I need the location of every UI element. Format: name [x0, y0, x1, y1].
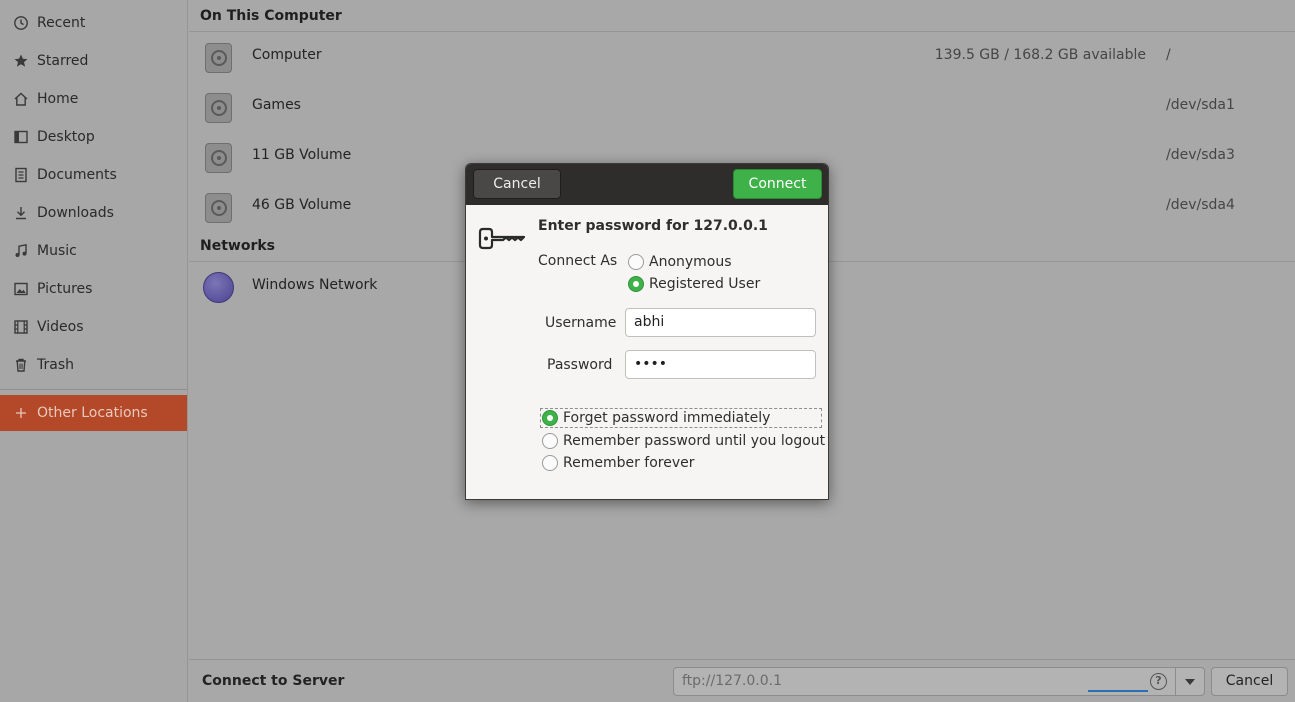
username-label: Username: [545, 315, 617, 331]
sidebar-item-label: Trash: [37, 357, 74, 373]
sidebar-divider: [0, 389, 187, 390]
drive-icon: [205, 193, 232, 223]
sidebar-item-label: Other Locations: [37, 405, 148, 421]
radio-registered-user[interactable]: Registered User: [628, 276, 760, 292]
drive-icon: [205, 43, 232, 73]
key-icon: [478, 227, 526, 250]
network-globe-icon: [203, 272, 234, 303]
connect-to-server-bar: Connect to Server ftp://127.0.0.1 ? Canc…: [189, 659, 1295, 702]
sidebar-item-home[interactable]: Home: [0, 81, 187, 117]
drive-icon: [205, 93, 232, 123]
drive-icon: [205, 143, 232, 173]
drive-row-computer[interactable]: Computer 139.5 GB / 168.2 GB available /: [189, 32, 1295, 82]
drive-name: Computer: [252, 47, 322, 63]
sidebar-item-music[interactable]: Music: [0, 233, 187, 269]
sidebar-item-recent[interactable]: Recent: [0, 5, 187, 41]
sidebar-item-videos[interactable]: Videos: [0, 309, 187, 345]
drive-name: 11 GB Volume: [252, 147, 352, 163]
download-icon: [12, 204, 30, 222]
sidebar-item-label: Downloads: [37, 205, 114, 221]
sidebar-item-label: Pictures: [37, 281, 93, 297]
sidebar-item-label: Recent: [37, 15, 86, 31]
dialog-prompt: Enter password for 127.0.0.1: [538, 218, 768, 234]
sidebar-item-label: Music: [37, 243, 77, 259]
drive-row-games[interactable]: Games /dev/sda1: [189, 82, 1295, 132]
clock-icon: [12, 14, 30, 32]
server-address-value: ftp://127.0.0.1: [682, 673, 783, 689]
radio-forget-password[interactable]: Forget password immediately: [540, 408, 822, 428]
connect-to-server-label: Connect to Server: [202, 673, 345, 689]
picture-icon: [12, 280, 30, 298]
drive-name: Games: [252, 97, 301, 113]
home-icon: [12, 90, 30, 108]
radio-label: Remember password until you logout: [563, 433, 826, 449]
radio-label: Remember forever: [563, 455, 695, 471]
connect-as-label: Connect As: [538, 253, 618, 269]
network-name: Windows Network: [252, 277, 378, 293]
password-dialog: Cancel Connect Enter password for 127.0.…: [465, 163, 829, 500]
sidebar: Recent Starred Home Desktop Documents Do…: [0, 0, 188, 702]
dialog-connect-button[interactable]: Connect: [733, 169, 822, 199]
radio-anonymous[interactable]: Anonymous: [628, 254, 732, 270]
dialog-cancel-button[interactable]: Cancel: [473, 169, 561, 199]
section-title-on-this-computer: On This Computer: [200, 8, 342, 24]
radio-remember-until-logout[interactable]: Remember password until you logout: [542, 433, 825, 449]
server-address-input[interactable]: ftp://127.0.0.1 ?: [673, 667, 1176, 696]
radio-indicator: [628, 276, 644, 292]
sidebar-item-documents[interactable]: Documents: [0, 157, 187, 193]
dialog-header-bar: Cancel Connect: [466, 164, 828, 205]
sidebar-item-other-locations[interactable]: Other Locations: [0, 395, 187, 431]
sidebar-item-pictures[interactable]: Pictures: [0, 271, 187, 307]
drive-path: /dev/sda1: [1166, 97, 1235, 113]
radio-label: Forget password immediately: [563, 410, 771, 426]
radio-indicator: [542, 410, 558, 426]
drive-path: /dev/sda3: [1166, 147, 1235, 163]
sidebar-item-desktop[interactable]: Desktop: [0, 119, 187, 155]
help-icon[interactable]: ?: [1150, 673, 1167, 690]
sidebar-item-label: Starred: [37, 53, 89, 69]
plus-icon: [12, 404, 30, 422]
video-icon: [12, 318, 30, 336]
drive-name: 46 GB Volume: [252, 197, 352, 213]
chevron-down-icon: [1185, 678, 1195, 685]
sidebar-item-label: Desktop: [37, 129, 95, 145]
music-icon: [12, 242, 30, 260]
password-field[interactable]: ••••: [625, 350, 816, 379]
radio-remember-forever[interactable]: Remember forever: [542, 455, 695, 471]
desktop-icon: [12, 128, 30, 146]
username-field[interactable]: abhi: [625, 308, 816, 337]
password-value: ••••: [634, 356, 668, 372]
radio-indicator: [542, 455, 558, 471]
sidebar-item-label: Documents: [37, 167, 117, 183]
sidebar-item-downloads[interactable]: Downloads: [0, 195, 187, 231]
sidebar-item-starred[interactable]: Starred: [0, 43, 187, 79]
progress-underline: [1088, 690, 1148, 692]
radio-label: Registered User: [649, 276, 761, 292]
sidebar-item-label: Videos: [37, 319, 84, 335]
drive-path: /: [1166, 47, 1171, 63]
trash-icon: [12, 356, 30, 374]
sidebar-item-trash[interactable]: Trash: [0, 347, 187, 383]
bottom-cancel-button[interactable]: Cancel: [1211, 667, 1288, 696]
document-icon: [12, 166, 30, 184]
radio-indicator: [628, 254, 644, 270]
recent-servers-dropdown[interactable]: [1175, 667, 1205, 696]
username-value: abhi: [634, 314, 665, 330]
drive-available: 139.5 GB / 168.2 GB available: [934, 47, 1146, 63]
sidebar-item-label: Home: [37, 91, 79, 107]
radio-indicator: [542, 433, 558, 449]
password-label: Password: [547, 357, 613, 373]
radio-label: Anonymous: [649, 254, 732, 270]
drive-path: /dev/sda4: [1166, 197, 1235, 213]
star-icon: [12, 52, 30, 70]
section-title-networks: Networks: [200, 238, 276, 254]
